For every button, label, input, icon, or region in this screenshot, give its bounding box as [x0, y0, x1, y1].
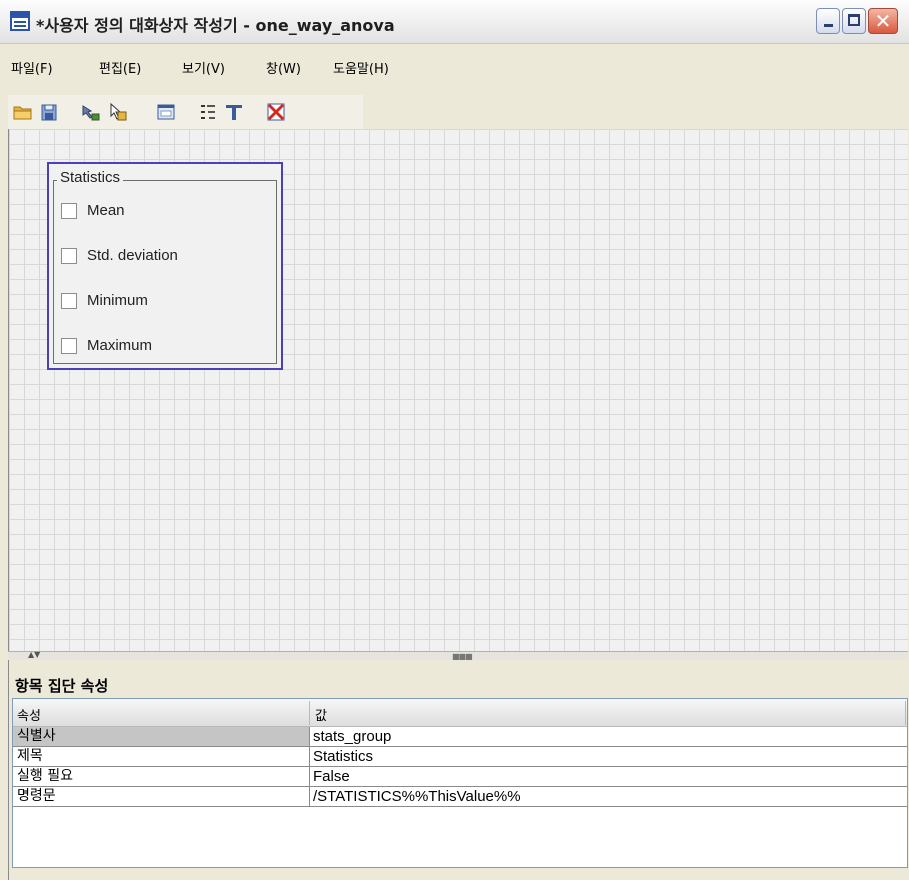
menu-edit[interactable]: 편집(E) — [99, 58, 141, 77]
checkbox-box[interactable] — [61, 202, 77, 219]
property-value[interactable]: /STATISTICS%%ThisValue%% — [313, 787, 521, 806]
checkbox-label: Minimum — [87, 292, 148, 309]
dialog-canvas[interactable]: Statistics Mean Std. deviation Minimum M… — [8, 129, 908, 651]
column-header-property[interactable]: 속성 — [17, 705, 41, 724]
preview-icon[interactable] — [156, 102, 176, 122]
properties-title: 항목 집단 속성 — [15, 677, 109, 695]
checkbox-minimum[interactable]: Minimum — [61, 292, 148, 309]
run-icon[interactable] — [81, 102, 101, 122]
toolbar — [8, 95, 363, 129]
group-title: Statistics — [57, 169, 124, 186]
maximize-icon — [848, 14, 860, 26]
checkbox-label: Maximum — [87, 337, 153, 354]
statistics-item-group[interactable]: Statistics Mean Std. deviation Minimum M… — [47, 162, 283, 370]
column-header-value[interactable]: 값 — [315, 705, 327, 724]
save-icon[interactable] — [39, 102, 59, 122]
menu-bar: 파일(F) 편집(E) 보기(V) 창(W) 도움말(H) — [0, 51, 909, 81]
property-value[interactable]: Statistics — [313, 747, 373, 766]
property-name: 실행 필요 — [13, 767, 310, 786]
properties-table: 속성 값 식별사 stats_group 제목 Statistics 실행 필요… — [12, 698, 908, 868]
properties-panel: 항목 집단 속성 속성 값 식별사 stats_group 제목 Statist… — [8, 660, 908, 880]
dialog-builder-app-icon[interactable] — [10, 11, 30, 31]
property-value[interactable]: stats_group — [313, 727, 391, 746]
window-title: *사용자 정의 대화상자 작성기 - one_way_anova — [36, 16, 395, 35]
maximize-button[interactable] — [842, 8, 866, 34]
checkbox-label: Std. deviation — [87, 247, 178, 264]
splitter-grip-icon[interactable]: ■■■ — [452, 653, 473, 661]
checkbox-mean[interactable]: Mean — [61, 202, 125, 219]
checkbox-box[interactable] — [61, 292, 77, 309]
table-row[interactable]: 제목 Statistics — [13, 747, 907, 767]
collapse-arrows-icon[interactable]: ▲▼ — [28, 651, 40, 659]
syntax-icon[interactable] — [107, 102, 127, 122]
property-value[interactable]: False — [313, 767, 350, 786]
property-name: 명령문 — [13, 787, 310, 806]
table-row[interactable]: 명령문 /STATISTICS%%ThisValue%% — [13, 787, 907, 807]
open-folder-icon[interactable] — [13, 102, 33, 122]
checkbox-std-deviation[interactable]: Std. deviation — [61, 247, 178, 264]
title-bar: *사용자 정의 대화상자 작성기 - one_way_anova ✕ — [0, 0, 909, 44]
property-name: 제목 — [13, 747, 310, 766]
property-name: 식별사 — [13, 727, 310, 746]
minimize-button[interactable] — [816, 8, 840, 34]
minimize-icon — [824, 24, 833, 27]
panel-splitter[interactable]: ▲▼ ■■■ — [8, 651, 908, 661]
menu-file[interactable]: 파일(F) — [11, 58, 53, 77]
checkbox-box[interactable] — [61, 247, 77, 264]
column-divider[interactable] — [309, 701, 310, 725]
table-row[interactable]: 실행 필요 False — [13, 767, 907, 787]
order-icon[interactable] — [198, 102, 218, 122]
column-divider — [905, 701, 906, 725]
checkbox-label: Mean — [87, 202, 125, 219]
tab-icon[interactable] — [224, 102, 244, 122]
checkbox-box[interactable] — [61, 337, 77, 354]
properties-table-header: 속성 값 — [13, 699, 907, 727]
table-row[interactable]: 식별사 stats_group — [13, 727, 907, 747]
close-button[interactable]: ✕ — [868, 8, 898, 34]
menu-window[interactable]: 창(W) — [266, 58, 301, 77]
delete-icon[interactable] — [266, 102, 286, 122]
menu-help[interactable]: 도움말(H) — [333, 58, 389, 77]
close-icon: ✕ — [874, 9, 892, 33]
checkbox-maximum[interactable]: Maximum — [61, 337, 152, 354]
menu-view[interactable]: 보기(V) — [182, 58, 225, 77]
